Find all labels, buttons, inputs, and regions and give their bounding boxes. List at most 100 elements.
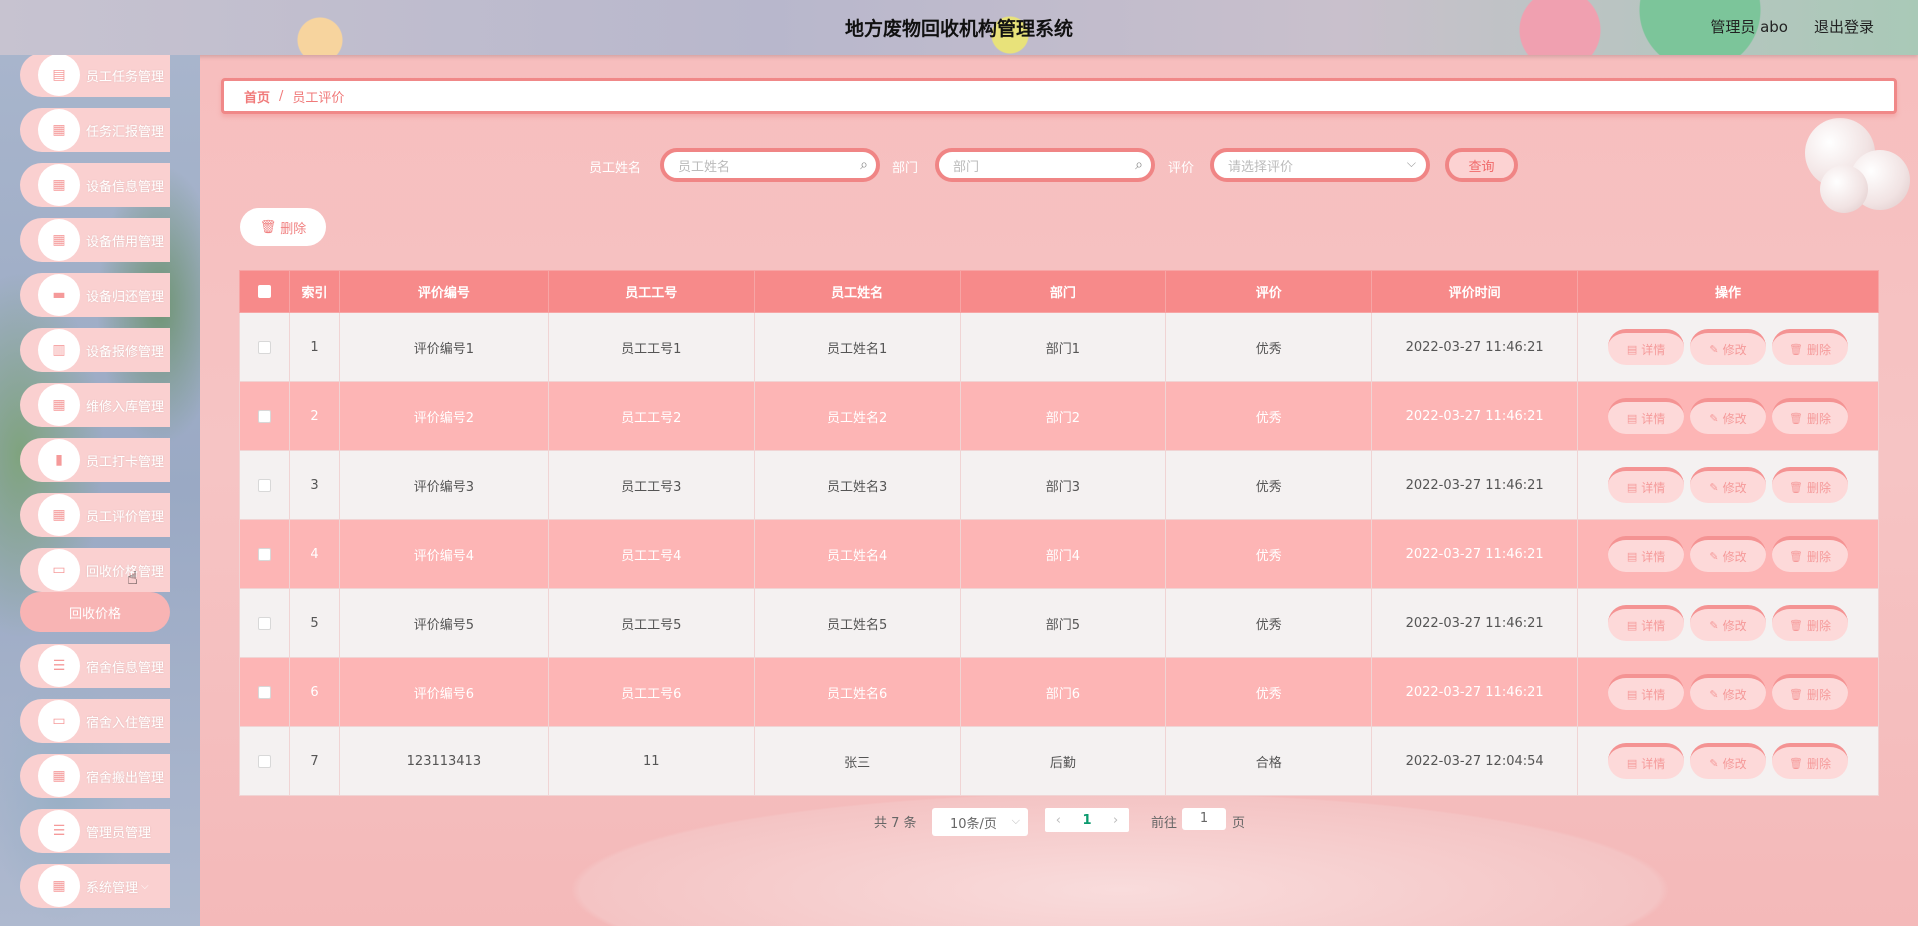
chevron-down-icon: ⌵	[1406, 156, 1416, 170]
logout-link[interactable]: 退出登录	[1814, 16, 1874, 37]
sidebar-item-dorm-checkin[interactable]: ▭ 宿舍入住管理	[20, 699, 170, 743]
edit-button[interactable]: ✎ 修改	[1690, 743, 1767, 779]
row-actions: ▤ 详情 ✎ 修改 🗑 删除	[1577, 381, 1879, 451]
detail-button[interactable]: ▤ 详情	[1608, 605, 1685, 641]
edit-button[interactable]: ✎ 修改	[1690, 329, 1767, 365]
sidebar-item-report[interactable]: ▦ 任务汇报管理	[20, 108, 170, 152]
dept-placeholder: 部门	[953, 159, 980, 175]
pencil-icon: ✎	[1709, 342, 1719, 356]
name-search-input[interactable]: 员工姓名 ⌕	[660, 148, 880, 182]
row-select-cell[interactable]	[239, 588, 290, 658]
name-placeholder: 员工姓名	[678, 159, 731, 175]
current-user: 管理员 abo	[1710, 18, 1788, 36]
col-rating: 评价	[1165, 270, 1373, 313]
grid-icon: ▦	[38, 219, 80, 261]
page-size-select[interactable]: 10条/页 ⌵	[932, 808, 1028, 836]
delete-button[interactable]: 🗑 删除	[1772, 605, 1849, 641]
sidebar-item-task[interactable]: ▤ 员工任务管理	[20, 55, 170, 97]
breadcrumb-home[interactable]: 首页	[244, 87, 270, 106]
sidebar-item-label: 宿舍搬出管理	[86, 770, 165, 786]
sidebar-subitem-price[interactable]: 回收价格	[20, 592, 170, 632]
monitor-icon: ▭	[38, 549, 80, 591]
sidebar-item-evaluation[interactable]: ▦ 员工评价管理	[20, 493, 170, 537]
sidebar-item-attendance[interactable]: ▮ 员工打卡管理	[20, 438, 170, 482]
detail-label: 详情	[1641, 480, 1666, 495]
delete-button[interactable]: 🗑 删除	[1772, 467, 1849, 503]
sidebar-item-label: 员工打卡管理	[86, 454, 165, 470]
edit-button[interactable]: ✎ 修改	[1690, 398, 1767, 434]
sidebar-item-label: 任务汇报管理	[86, 124, 165, 140]
detail-label: 详情	[1641, 618, 1666, 633]
row-select-cell[interactable]	[239, 657, 290, 727]
goto-page-input[interactable]: 1	[1182, 808, 1226, 830]
detail-button[interactable]: ▤ 详情	[1608, 398, 1685, 434]
sidebar-item-dorm-info[interactable]: ☰ 宿舍信息管理	[20, 644, 170, 688]
dept-label: 部门	[892, 161, 919, 176]
prev-page-icon[interactable]: ‹	[1056, 813, 1061, 828]
rating-select[interactable]: 请选择评价 ⌵	[1210, 148, 1430, 182]
detail-button[interactable]: ▤ 详情	[1608, 467, 1685, 503]
breadcrumb-separator: /	[279, 88, 284, 104]
cell-emp-no: 员工工号2	[547, 381, 755, 451]
row-select-cell[interactable]	[239, 312, 290, 382]
grid-icon: ▦	[38, 384, 80, 426]
col-emp-no: 员工工号	[547, 270, 755, 313]
delete-button[interactable]: 🗑 删除	[1772, 743, 1849, 779]
next-page-icon[interactable]: ›	[1113, 813, 1118, 828]
detail-button[interactable]: ▤ 详情	[1608, 674, 1685, 710]
batch-delete-button[interactable]: 🗑 删除	[240, 208, 326, 246]
row-checkbox[interactable]	[257, 340, 271, 354]
edit-button[interactable]: ✎ 修改	[1690, 605, 1767, 641]
dept-search-input[interactable]: 部门 ⌕	[935, 148, 1155, 182]
edit-button[interactable]: ✎ 修改	[1690, 536, 1767, 572]
detail-button[interactable]: ▤ 详情	[1608, 743, 1685, 779]
bar-chart-icon: ▮	[38, 439, 80, 481]
cell-rating: 优秀	[1165, 519, 1373, 589]
row-checkbox[interactable]	[257, 616, 271, 630]
row-select-cell[interactable]	[239, 726, 290, 796]
row-select-cell[interactable]	[239, 450, 290, 520]
sidebar-item-device-borrow[interactable]: ▦ 设备借用管理	[20, 218, 170, 262]
sidebar-item-label: 设备归还管理	[86, 289, 165, 305]
detail-button[interactable]: ▤ 详情	[1608, 536, 1685, 572]
delete-button[interactable]: 🗑 删除	[1772, 398, 1849, 434]
edit-button[interactable]: ✎ 修改	[1690, 674, 1767, 710]
row-checkbox[interactable]	[257, 685, 271, 699]
select-all-checkbox[interactable]	[257, 285, 271, 298]
app-title: 地方废物回收机构管理系统	[844, 18, 1073, 40]
delete-button[interactable]: 🗑 删除	[1772, 674, 1849, 710]
page-number[interactable]: 1	[1082, 813, 1091, 828]
row-actions: ▤ 详情 ✎ 修改 🗑 删除	[1577, 588, 1879, 658]
delete-button[interactable]: 🗑 删除	[1772, 536, 1849, 572]
sidebar-item-label: 宿舍信息管理	[86, 660, 165, 676]
cell-dept: 部门1	[959, 312, 1167, 382]
sidebar-item-price[interactable]: ▭ 回收价格管理	[20, 548, 170, 592]
sidebar-item-device-repair[interactable]: ▥ 设备报修管理	[20, 328, 170, 372]
edit-label: 修改	[1722, 756, 1747, 771]
sidebar-item-repair-storage[interactable]: ▦ 维修入库管理	[20, 383, 170, 427]
select-all-header[interactable]	[239, 270, 290, 313]
row-select-cell[interactable]	[239, 519, 290, 589]
sidebar-item-device-return[interactable]: ▬ 设备归还管理	[20, 273, 170, 317]
cell-index: 3	[288, 450, 340, 520]
cell-rating: 优秀	[1165, 381, 1373, 451]
edit-label: 修改	[1722, 618, 1747, 633]
row-select-cell[interactable]	[239, 381, 290, 451]
row-checkbox[interactable]	[257, 478, 271, 492]
query-button[interactable]: 查询	[1445, 148, 1518, 182]
delete-button[interactable]: 🗑 删除	[1772, 329, 1849, 365]
detail-button[interactable]: ▤ 详情	[1608, 329, 1685, 365]
edit-label: 修改	[1722, 342, 1747, 357]
row-checkbox[interactable]	[257, 547, 271, 561]
sidebar-item-dorm-checkout[interactable]: ▦ 宿舍搬出管理	[20, 754, 170, 798]
pencil-icon: ✎	[1709, 618, 1719, 632]
row-checkbox[interactable]	[257, 754, 271, 768]
cell-rating: 优秀	[1165, 588, 1373, 658]
row-checkbox[interactable]	[257, 409, 271, 423]
evaluation-table: 索引 评价编号 员工工号 员工姓名 部门 评价 评价时间 操作 1 评价编号1 员工…	[239, 270, 1879, 796]
edit-button[interactable]: ✎ 修改	[1690, 467, 1767, 503]
chevron-down-icon: ⌵	[1011, 814, 1020, 827]
cell-emp-name: 员工姓名1	[753, 312, 961, 382]
trash-icon: 🗑	[1789, 342, 1803, 356]
sidebar-item-system[interactable]: ▦ 系统管理 ⌵	[20, 864, 170, 908]
